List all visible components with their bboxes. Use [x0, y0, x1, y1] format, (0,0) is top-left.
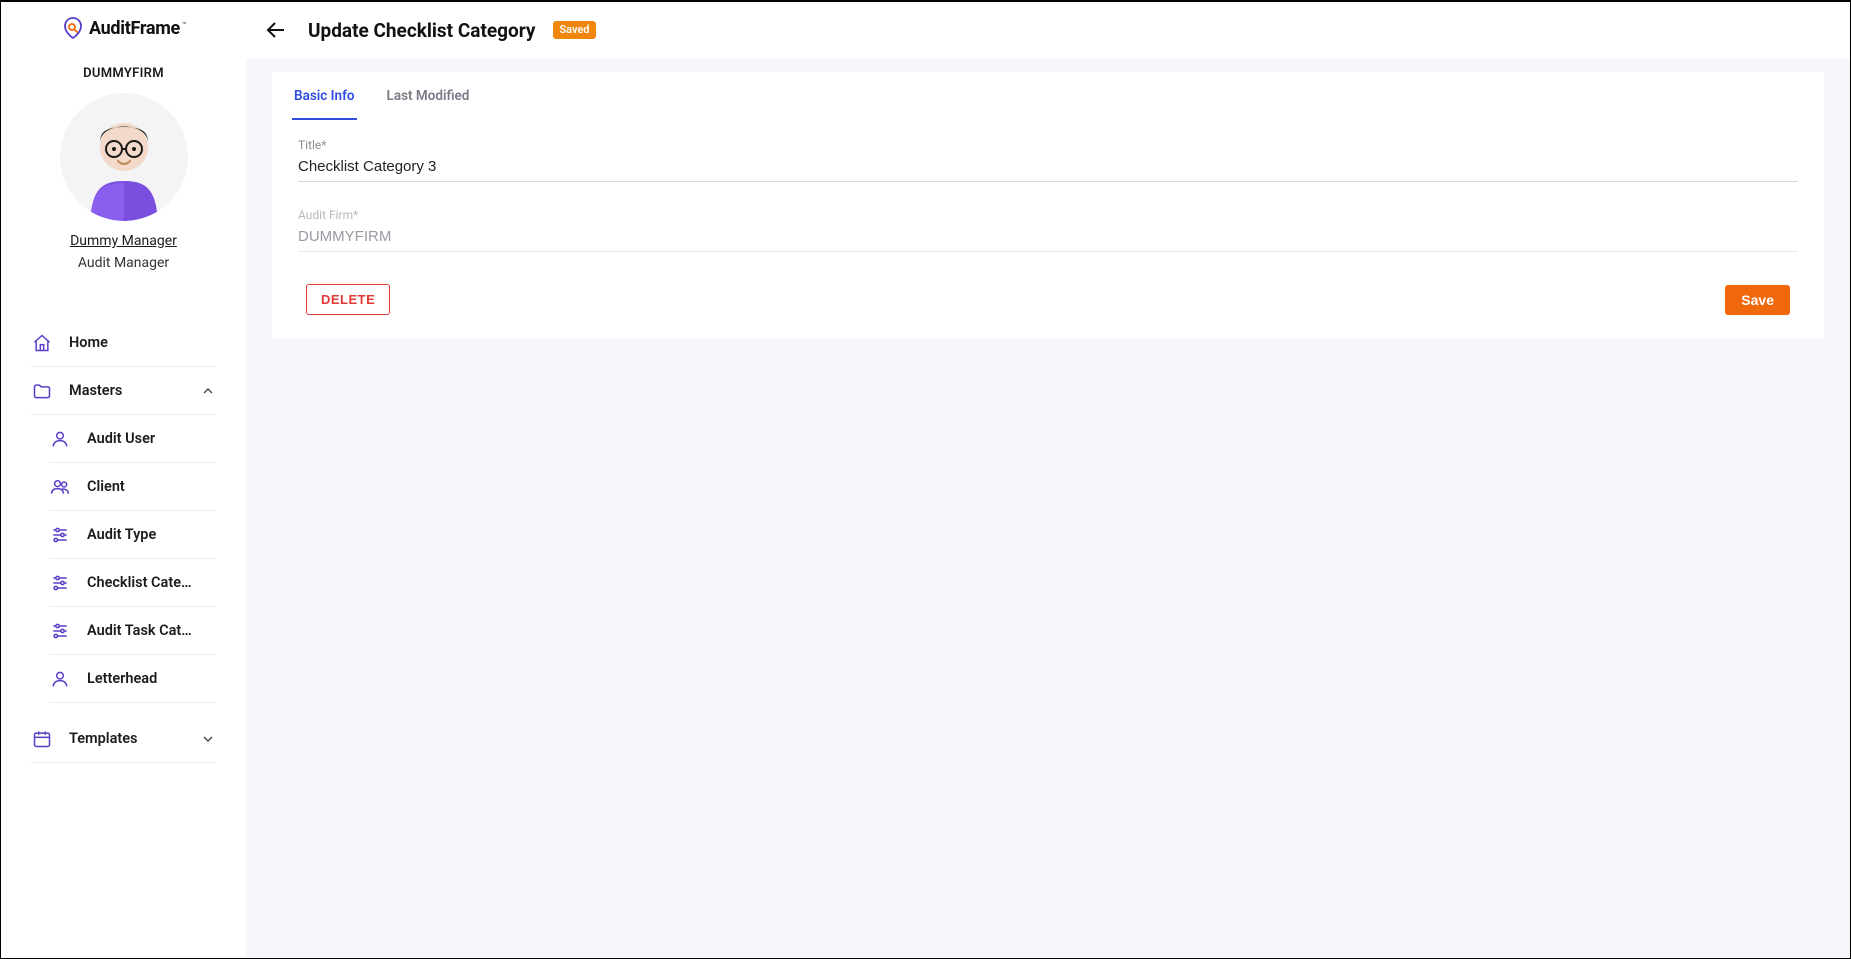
sliders-icon [49, 524, 71, 546]
audit-firm-input [298, 224, 1798, 252]
form: Title* Audit Firm* DELETE Save [272, 120, 1824, 339]
form-card: Basic Info Last Modified Title* Audit Fi… [272, 72, 1824, 339]
logo: AuditFrame™ [1, 12, 246, 44]
field-title: Title* [298, 138, 1798, 182]
nav-label: Client [87, 478, 216, 495]
sidebar: AuditFrame™ DUMMYFIRM [1, 2, 246, 958]
nav-subitem-checklist-category[interactable]: Checklist Cate… [49, 559, 216, 607]
user-name-link[interactable]: Dummy Manager [1, 233, 246, 249]
folder-icon [31, 380, 53, 402]
sliders-icon [49, 620, 71, 642]
chevron-down-icon [200, 731, 216, 747]
nav: Home Masters Audit User [1, 319, 246, 763]
chevron-up-icon [200, 383, 216, 399]
delete-button[interactable]: DELETE [306, 284, 390, 315]
home-icon [31, 332, 53, 354]
field-audit-firm: Audit Firm* [298, 208, 1798, 252]
form-actions: DELETE Save [298, 278, 1798, 331]
nav-label: Home [69, 334, 216, 351]
calendar-icon [31, 728, 53, 750]
sliders-icon [49, 572, 71, 594]
nav-masters-subitems: Audit User Client Audit Type [31, 415, 216, 703]
nav-label: Audit Task Cat… [87, 622, 216, 639]
brand-name: AuditFrame™ [89, 18, 186, 39]
tab-last-modified[interactable]: Last Modified [385, 72, 472, 120]
firm-name: DUMMYFIRM [1, 66, 246, 81]
topbar: Update Checklist Category Saved [246, 2, 1850, 58]
nav-subitem-audit-user[interactable]: Audit User [49, 415, 216, 463]
save-button[interactable]: Save [1725, 285, 1790, 315]
user-icon [49, 668, 71, 690]
nav-subitem-client[interactable]: Client [49, 463, 216, 511]
content: Basic Info Last Modified Title* Audit Fi… [246, 58, 1850, 958]
page-title: Update Checklist Category [308, 19, 535, 42]
nav-item-templates[interactable]: Templates [31, 715, 216, 763]
nav-subitem-letterhead[interactable]: Letterhead [49, 655, 216, 703]
field-label: Title* [298, 138, 1798, 152]
user-icon [49, 428, 71, 450]
nav-subitem-audit-task-category[interactable]: Audit Task Cat… [49, 607, 216, 655]
tabs: Basic Info Last Modified [272, 72, 1824, 120]
nav-item-masters[interactable]: Masters [31, 367, 216, 415]
nav-label: Masters [69, 382, 200, 399]
brand-icon [61, 16, 85, 40]
saved-badge: Saved [553, 21, 595, 38]
field-label: Audit Firm* [298, 208, 1798, 222]
users-icon [49, 476, 71, 498]
tab-basic-info[interactable]: Basic Info [292, 72, 357, 120]
main: Update Checklist Category Saved Basic In… [246, 2, 1850, 958]
nav-subitem-audit-type[interactable]: Audit Type [49, 511, 216, 559]
nav-label: Audit User [87, 430, 216, 447]
nav-label: Templates [69, 730, 200, 747]
user-role: Audit Manager [1, 255, 246, 271]
nav-item-home[interactable]: Home [31, 319, 216, 367]
avatar [1, 93, 246, 221]
nav-label: Letterhead [87, 670, 216, 687]
nav-label: Audit Type [87, 526, 216, 543]
nav-label: Checklist Cate… [87, 574, 216, 591]
back-button[interactable] [262, 16, 290, 44]
title-input[interactable] [298, 154, 1798, 182]
